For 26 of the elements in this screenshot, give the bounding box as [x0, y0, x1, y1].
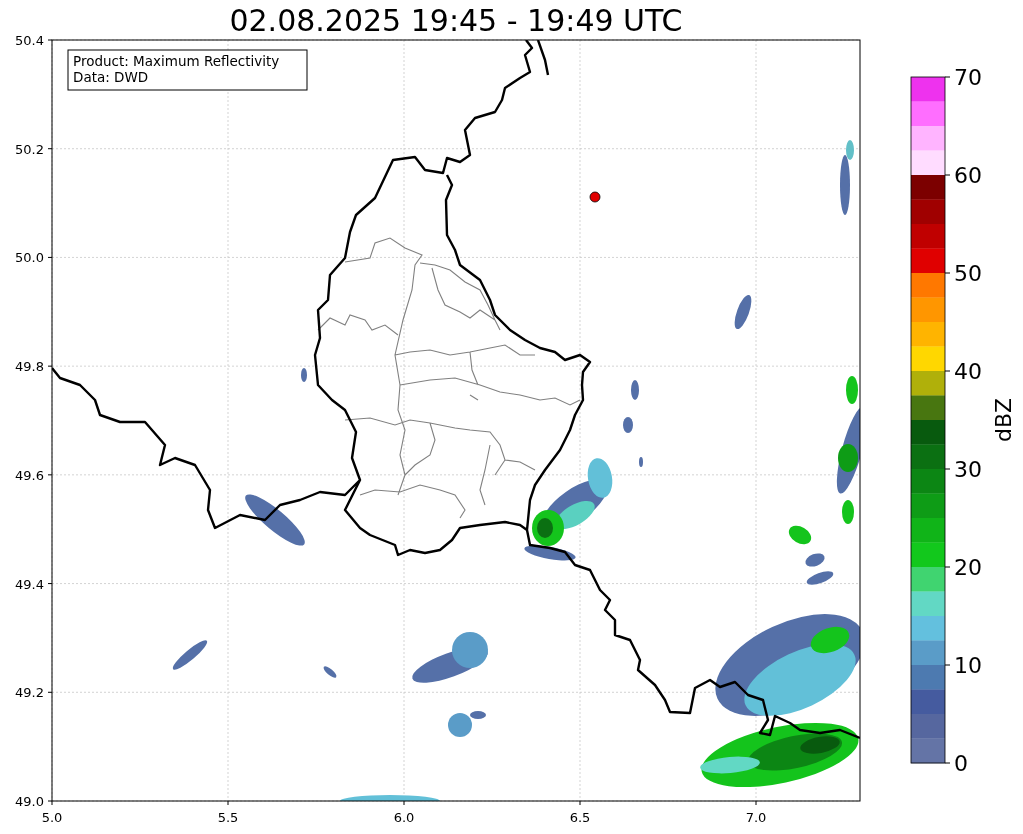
colorbar-tick-label: 20 — [954, 555, 982, 580]
location-marker — [589, 191, 601, 203]
axis-tick-label: 5.5 — [217, 810, 239, 825]
colorbar-tick-label: 30 — [954, 457, 982, 482]
axis-tick-label: 5.0 — [41, 810, 63, 825]
axis-tick-label: 50.4 — [15, 33, 44, 48]
colorbar-tick-label: 50 — [954, 261, 982, 286]
colorbar-tick-label: 10 — [954, 653, 982, 678]
axis-tick-label: 49.8 — [15, 359, 44, 375]
axis-tick-label: 49.6 — [15, 467, 44, 483]
axis-tick-label: 50.0 — [15, 250, 44, 266]
info-text: Product: Maximum Reflectivity — [73, 53, 280, 69]
axis-tick-label: 49.2 — [15, 685, 44, 701]
colorbar-tick-label: 70 — [954, 65, 982, 90]
colorbar-label: dBZ — [991, 397, 1016, 443]
colorbar-tick-label: 40 — [954, 359, 982, 384]
axis-tick-label: 6.5 — [569, 810, 591, 825]
axis-tick-label: 6.0 — [393, 810, 415, 825]
axis-tick-label: 49.0 — [15, 794, 44, 809]
axis-tick-label: 7.0 — [745, 810, 767, 825]
colorbar-tick-label: 0 — [954, 751, 968, 776]
axis-tick-label: 49.4 — [15, 576, 44, 592]
axis-tick-label: 50.2 — [15, 141, 44, 157]
chart-title: 02.08.2025 19:45 - 19:49 UTC — [229, 3, 683, 38]
colorbar-tick-label: 60 — [954, 163, 982, 188]
info-text: Data: DWD — [73, 69, 149, 85]
